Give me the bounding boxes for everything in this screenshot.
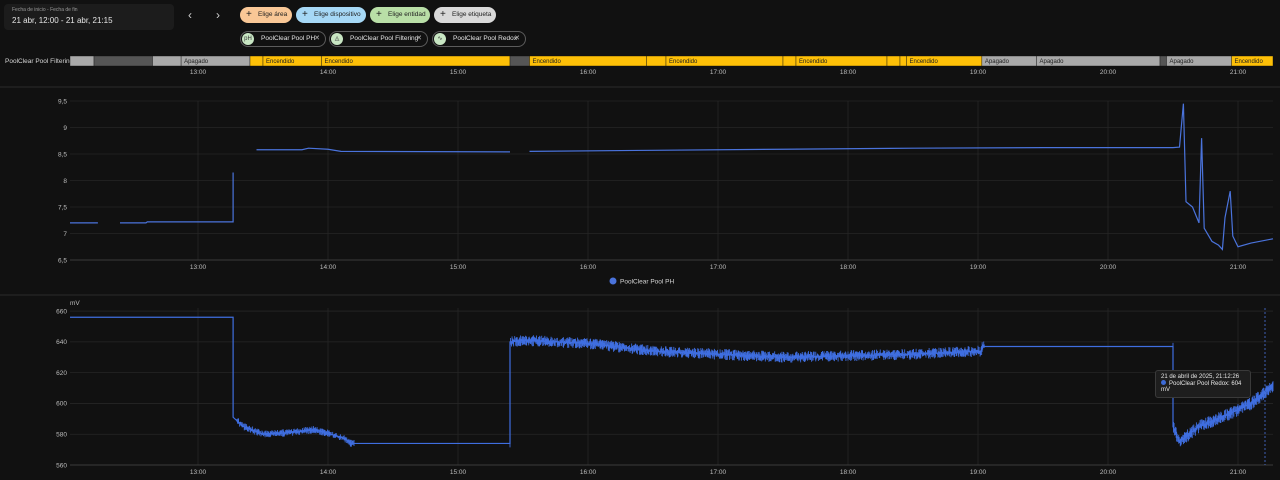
timeline-tick-label: 14:00 (320, 69, 337, 76)
timeline-segment-label: Encendido (799, 59, 828, 65)
y-tick-label: 8 (63, 178, 67, 185)
x-tick-label: 20:00 (1100, 264, 1117, 271)
series-dot-icon (1161, 380, 1166, 385)
x-tick-label: 16:00 (580, 469, 597, 476)
y-tick-label: 620 (56, 370, 67, 377)
y-tick-label: 600 (56, 401, 67, 408)
timeline-segment (899, 55, 907, 67)
timeline-segment (886, 55, 901, 67)
y-tick-label: 660 (56, 308, 67, 315)
timeline-segment-label: Encendido (533, 59, 562, 65)
y-tick-label: 580 (56, 432, 67, 439)
timeline-segment-label: Encendido (325, 59, 354, 65)
y-axis-unit-label: mV (70, 300, 80, 307)
series-line (529, 103, 1274, 251)
x-tick-label: 15:00 (450, 264, 467, 271)
timeline-segment-label: Apagado (1170, 59, 1195, 65)
series-noise (509, 335, 985, 448)
legend-marker[interactable] (609, 277, 617, 285)
y-tick-label: 9 (63, 125, 67, 132)
timeline-segment-label: Apagado (1040, 59, 1065, 65)
timeline-tick-label: 20:00 (1100, 69, 1117, 76)
x-tick-label: 21:00 (1230, 264, 1247, 271)
x-tick-label: 13:00 (190, 469, 207, 476)
timeline-segment (782, 55, 797, 67)
timeline-tick-label: 18:00 (840, 69, 857, 76)
x-tick-label: 20:00 (1100, 469, 1117, 476)
history-charts: PoolClear Pool Filtering Apagado Encendid… (0, 55, 1280, 476)
x-tick-label: 17:00 (710, 469, 727, 476)
y-tick-label: 8,5 (58, 151, 67, 158)
ph-chart[interactable]: 6,5 7 7,5 8 8,5 9 9,5 13:00 14:00 15:00 16:00 17:00… (58, 98, 1274, 271)
x-tick-label: 14:00 (320, 264, 337, 271)
timeline-tick-label: 15:00 (450, 69, 467, 76)
timeline-segment (249, 55, 264, 67)
timeline-segment-label: Encendido (266, 59, 295, 65)
timeline-segment-label: Encendido (910, 59, 939, 65)
y-tick-label: 560 (56, 462, 67, 469)
y-tick-label: 7,5 (58, 204, 67, 211)
y-tick-label: 640 (56, 339, 67, 346)
timeline-segment (646, 55, 667, 67)
timeline-tick-label: 19:00 (970, 69, 987, 76)
series-line (70, 316, 1274, 445)
timeline[interactable]: Apagado Encendido Encendido Encendido Encend… (69, 55, 1274, 76)
y-tick-label: 7 (63, 231, 67, 238)
timeline-segment (93, 55, 153, 67)
x-tick-label: 16:00 (580, 264, 597, 271)
y-tick-label: 9,5 (58, 98, 67, 105)
timeline-tick-label: 21:00 (1230, 69, 1247, 76)
timeline-segment-label: Encendido (1235, 59, 1264, 65)
x-tick-label: 19:00 (970, 469, 987, 476)
timeline-segment (509, 55, 530, 67)
x-tick-label: 18:00 (840, 264, 857, 271)
series-noise (236, 418, 355, 447)
x-tick-label: 21:00 (1230, 469, 1247, 476)
legend-label[interactable]: PoolClear Pool PH (620, 279, 674, 286)
timeline-segment (152, 55, 182, 67)
series-line (256, 147, 511, 153)
timeline-tick-label: 13:00 (190, 69, 207, 76)
x-tick-label: 13:00 (190, 264, 207, 271)
x-tick-label: 14:00 (320, 469, 337, 476)
y-tick-label: 6,5 (58, 257, 67, 264)
timeline-entity-label: PoolClear Pool Filtering (5, 58, 74, 65)
timeline-tick-label: 17:00 (710, 69, 727, 76)
timeline-segment (69, 55, 95, 67)
timeline-tick-label: 16:00 (580, 69, 597, 76)
x-tick-label: 17:00 (710, 264, 727, 271)
chart-tooltip: 21 de abril de 2025, 21:12:26 PoolClear … (1155, 370, 1251, 398)
timeline-segment-label: Apagado (184, 59, 209, 65)
redox-chart[interactable]: 560 580 600 620 640 660 13:00 14:00 15:00 16:00 17… (56, 308, 1274, 476)
timeline-segment-label: Apagado (985, 59, 1010, 65)
timeline-segment-label: Encendido (669, 59, 698, 65)
timeline-segment (1159, 55, 1167, 67)
x-tick-label: 15:00 (450, 469, 467, 476)
x-tick-label: 18:00 (840, 469, 857, 476)
tooltip-entry: PoolClear Pool Redox: 604 mV (1161, 381, 1242, 393)
x-tick-label: 19:00 (970, 264, 987, 271)
